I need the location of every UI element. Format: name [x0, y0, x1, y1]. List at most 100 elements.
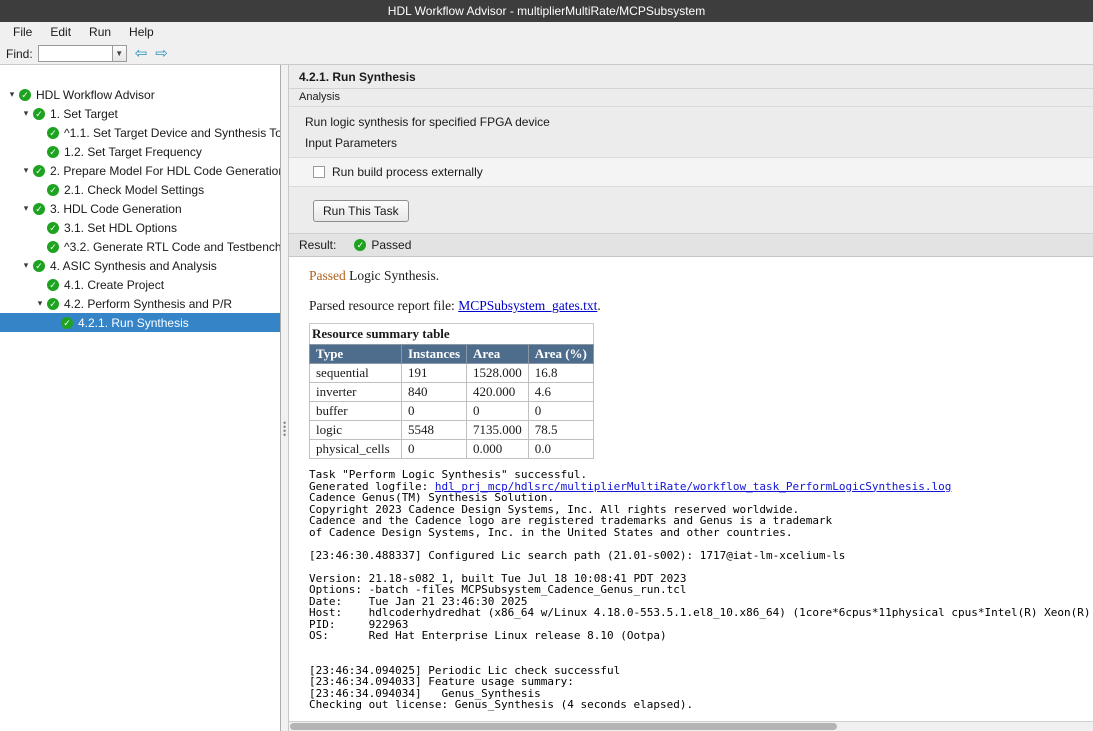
caret-down-icon[interactable] — [6, 89, 18, 100]
log-body: Cadence Genus(TM) Synthesis Solution. Co… — [309, 491, 1093, 721]
passed-check-icon — [47, 222, 59, 234]
passed-check-icon — [19, 89, 31, 101]
cell-type: physical_cells — [310, 440, 402, 459]
button-row: Run This Task — [289, 187, 1093, 233]
cell-type: logic — [310, 421, 402, 440]
horizontal-scrollbar-thumb[interactable] — [290, 723, 837, 730]
horizontal-scrollbar[interactable] — [289, 721, 1093, 731]
passed-check-icon — [47, 279, 59, 291]
passed-status-text: Passed — [309, 268, 346, 283]
tree-item-label: 1. Set Target — [50, 107, 118, 121]
tree-item-label: 2.1. Check Model Settings — [64, 183, 204, 197]
menu-bar: File Edit Run Help — [0, 22, 1093, 43]
tree-item-set-target-frequency[interactable]: 1.2. Set Target Frequency — [0, 142, 280, 161]
report-file-suffix: . — [597, 298, 600, 313]
col-header-area: Area — [467, 345, 529, 364]
caret-down-icon[interactable] — [20, 108, 32, 119]
panel-splitter[interactable] — [281, 65, 289, 731]
result-report: Passed Logic Synthesis. Parsed resource … — [289, 257, 1093, 721]
tree-item-label: HDL Workflow Advisor — [36, 88, 155, 102]
tree-item-label: 2. Prepare Model For HDL Code Generation — [50, 164, 281, 178]
tree-item-set-target[interactable]: 1. Set Target — [0, 104, 280, 123]
task-description: Run logic synthesis for specified FPGA d… — [289, 107, 1093, 130]
tree-item-set-hdl-options[interactable]: 3.1. Set HDL Options — [0, 218, 280, 237]
passed-check-icon — [61, 317, 73, 329]
passed-line: Passed Logic Synthesis. — [309, 268, 1093, 284]
run-this-task-button[interactable]: Run This Task — [313, 200, 409, 222]
tree-item-prepare-model[interactable]: 2. Prepare Model For HDL Code Generation — [0, 161, 280, 180]
input-parameters-label: Input Parameters — [289, 130, 1093, 157]
external-build-row: Run build process externally — [289, 157, 1093, 187]
tree-item-label: ^3.2. Generate RTL Code and Testbench — [64, 240, 281, 254]
cell-area-pct: 0 — [528, 402, 593, 421]
caret-down-icon[interactable] — [34, 298, 46, 309]
main-area: HDL Workflow Advisor 1. Set Target ^1.1.… — [0, 65, 1093, 731]
cell-type: inverter — [310, 383, 402, 402]
tree-item-label: 4.2. Perform Synthesis and P/R — [64, 297, 232, 311]
passed-check-icon — [47, 241, 59, 253]
cell-area-pct: 0.0 — [528, 440, 593, 459]
find-previous-icon[interactable]: ⇦ — [135, 44, 148, 64]
tree-item-create-project[interactable]: 4.1. Create Project — [0, 275, 280, 294]
cell-area-pct: 16.8 — [528, 364, 593, 383]
caret-down-icon[interactable] — [20, 165, 32, 176]
find-dropdown-button[interactable]: ▼ — [112, 45, 127, 62]
table-row: physical_cells 0 0.000 0.0 — [310, 440, 594, 459]
cell-type: sequential — [310, 364, 402, 383]
result-row: Result: Passed — [289, 233, 1093, 257]
passed-line-text: Logic Synthesis. — [346, 268, 439, 283]
col-header-instances: Instances — [402, 345, 467, 364]
table-row: logic 5548 7135.000 78.5 — [310, 421, 594, 440]
cell-instances: 0 — [402, 440, 467, 459]
tree-item-generate-rtl[interactable]: ^3.2. Generate RTL Code and Testbench — [0, 237, 280, 256]
tree-item-label: ^1.1. Set Target Device and Synthesis To… — [64, 126, 281, 140]
tree-item-label: 4. ASIC Synthesis and Analysis — [50, 259, 217, 273]
task-section-label: Analysis — [289, 89, 1093, 107]
passed-check-icon — [33, 108, 45, 120]
passed-check-icon — [33, 260, 45, 272]
synthesis-log: Task "Perform Logic Synthesis" successfu… — [309, 469, 1093, 721]
caret-down-icon[interactable] — [20, 203, 32, 214]
menu-edit[interactable]: Edit — [41, 22, 80, 43]
col-header-type: Type — [310, 345, 402, 364]
tree-item-set-target-device[interactable]: ^1.1. Set Target Device and Synthesis To… — [0, 123, 280, 142]
cell-area: 0 — [467, 402, 529, 421]
table-row: buffer 0 0 0 — [310, 402, 594, 421]
col-header-area-pct: Area (%) — [528, 345, 593, 364]
tree-item-label: 4.1. Create Project — [64, 278, 164, 292]
passed-check-icon — [47, 146, 59, 158]
passed-check-icon — [47, 298, 59, 310]
report-file-prefix: Parsed resource report file: — [309, 298, 458, 313]
menu-run[interactable]: Run — [80, 22, 120, 43]
cell-area-pct: 4.6 — [528, 383, 593, 402]
run-externally-checkbox[interactable] — [313, 166, 325, 178]
tree-item-check-model-settings[interactable]: 2.1. Check Model Settings — [0, 180, 280, 199]
tree-item-label: 1.2. Set Target Frequency — [64, 145, 202, 159]
result-value: Passed — [371, 238, 411, 252]
cell-area: 7135.000 — [467, 421, 529, 440]
menu-file[interactable]: File — [4, 22, 41, 43]
find-input[interactable] — [38, 45, 112, 62]
cell-instances: 5548 — [402, 421, 467, 440]
workflow-tree: HDL Workflow Advisor 1. Set Target ^1.1.… — [0, 65, 281, 731]
task-title: 4.2.1. Run Synthesis — [289, 65, 1093, 89]
tree-item-asic-synthesis[interactable]: 4. ASIC Synthesis and Analysis — [0, 256, 280, 275]
tree-item-perform-synthesis[interactable]: 4.2. Perform Synthesis and P/R — [0, 294, 280, 313]
tree-item-hdl-code-generation[interactable]: 3. HDL Code Generation — [0, 199, 280, 218]
gates-report-link[interactable]: MCPSubsystem_gates.txt — [458, 298, 597, 313]
cell-type: buffer — [310, 402, 402, 421]
tree-item-label: 3.1. Set HDL Options — [64, 221, 177, 235]
menu-help[interactable]: Help — [120, 22, 163, 43]
caret-down-icon[interactable] — [20, 260, 32, 271]
cell-area: 0.000 — [467, 440, 529, 459]
cell-instances: 191 — [402, 364, 467, 383]
cell-instances: 0 — [402, 402, 467, 421]
tree-item-root[interactable]: HDL Workflow Advisor — [0, 85, 280, 104]
cell-area-pct: 78.5 — [528, 421, 593, 440]
table-header-row: Type Instances Area Area (%) — [310, 345, 594, 364]
passed-check-icon — [47, 127, 59, 139]
report-file-line: Parsed resource report file: MCPSubsyste… — [309, 298, 1093, 314]
passed-check-icon — [33, 203, 45, 215]
tree-item-run-synthesis[interactable]: 4.2.1. Run Synthesis — [0, 313, 280, 332]
find-next-icon[interactable]: ⇨ — [155, 44, 168, 64]
